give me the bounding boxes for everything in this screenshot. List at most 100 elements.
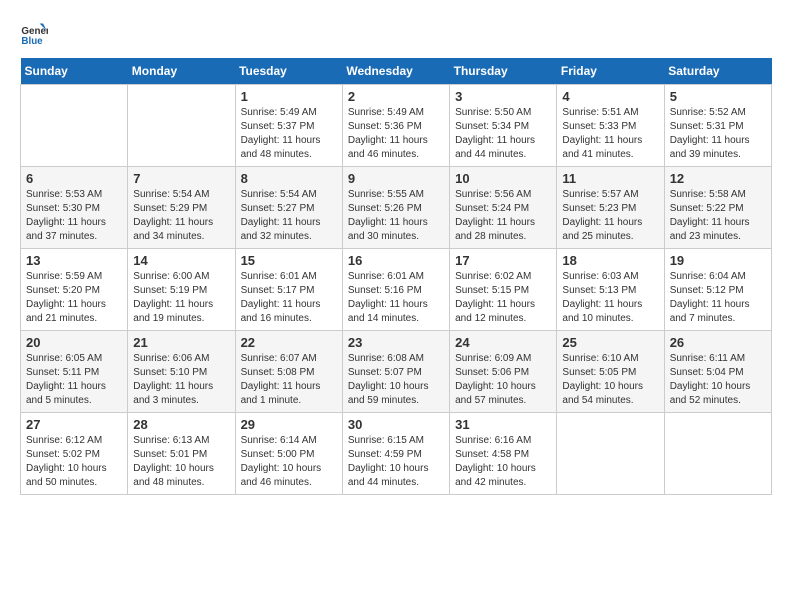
day-number: 24 bbox=[455, 335, 551, 350]
calendar-cell: 27 Sunrise: 6:12 AM Sunset: 5:02 PM Dayl… bbox=[21, 413, 128, 495]
sunset-text: Sunset: 5:06 PM bbox=[455, 367, 529, 378]
day-number: 18 bbox=[562, 253, 658, 268]
calendar-cell: 25 Sunrise: 6:10 AM Sunset: 5:05 PM Dayl… bbox=[557, 331, 664, 413]
sunset-text: Sunset: 5:33 PM bbox=[562, 121, 636, 132]
cell-info: Sunrise: 6:12 AM Sunset: 5:02 PM Dayligh… bbox=[26, 434, 122, 490]
calendar-body: 1 Sunrise: 5:49 AM Sunset: 5:37 PM Dayli… bbox=[21, 85, 772, 495]
day-number: 23 bbox=[348, 335, 444, 350]
calendar-cell: 18 Sunrise: 6:03 AM Sunset: 5:13 PM Dayl… bbox=[557, 249, 664, 331]
daylight-text: Daylight: 10 hours and 42 minutes. bbox=[455, 463, 536, 488]
sunset-text: Sunset: 5:27 PM bbox=[241, 203, 315, 214]
cell-info: Sunrise: 5:59 AM Sunset: 5:20 PM Dayligh… bbox=[26, 270, 122, 326]
daylight-text: Daylight: 11 hours and 7 minutes. bbox=[670, 299, 750, 324]
sunrise-text: Sunrise: 6:00 AM bbox=[133, 271, 209, 282]
sunrise-text: Sunrise: 6:12 AM bbox=[26, 435, 102, 446]
daylight-text: Daylight: 10 hours and 44 minutes. bbox=[348, 463, 429, 488]
sunrise-text: Sunrise: 6:07 AM bbox=[241, 353, 317, 364]
sunset-text: Sunset: 5:24 PM bbox=[455, 203, 529, 214]
sunset-text: Sunset: 5:01 PM bbox=[133, 449, 207, 460]
daylight-text: Daylight: 10 hours and 50 minutes. bbox=[26, 463, 107, 488]
sunrise-text: Sunrise: 6:16 AM bbox=[455, 435, 531, 446]
sunrise-text: Sunrise: 6:15 AM bbox=[348, 435, 424, 446]
cell-info: Sunrise: 6:00 AM Sunset: 5:19 PM Dayligh… bbox=[133, 270, 229, 326]
sunrise-text: Sunrise: 5:50 AM bbox=[455, 107, 531, 118]
day-number: 11 bbox=[562, 171, 658, 186]
daylight-text: Daylight: 11 hours and 48 minutes. bbox=[241, 135, 321, 160]
day-number: 4 bbox=[562, 89, 658, 104]
calendar-row: 20 Sunrise: 6:05 AM Sunset: 5:11 PM Dayl… bbox=[21, 331, 772, 413]
sunset-text: Sunset: 5:34 PM bbox=[455, 121, 529, 132]
calendar-cell: 12 Sunrise: 5:58 AM Sunset: 5:22 PM Dayl… bbox=[664, 167, 771, 249]
daylight-text: Daylight: 11 hours and 3 minutes. bbox=[133, 381, 213, 406]
sunrise-text: Sunrise: 5:49 AM bbox=[241, 107, 317, 118]
calendar-row: 6 Sunrise: 5:53 AM Sunset: 5:30 PM Dayli… bbox=[21, 167, 772, 249]
sunset-text: Sunset: 5:00 PM bbox=[241, 449, 315, 460]
cell-info: Sunrise: 6:03 AM Sunset: 5:13 PM Dayligh… bbox=[562, 270, 658, 326]
cell-info: Sunrise: 5:49 AM Sunset: 5:36 PM Dayligh… bbox=[348, 106, 444, 162]
sunset-text: Sunset: 5:26 PM bbox=[348, 203, 422, 214]
day-number: 30 bbox=[348, 417, 444, 432]
day-number: 28 bbox=[133, 417, 229, 432]
calendar-row: 13 Sunrise: 5:59 AM Sunset: 5:20 PM Dayl… bbox=[21, 249, 772, 331]
day-number: 17 bbox=[455, 253, 551, 268]
daylight-text: Daylight: 11 hours and 44 minutes. bbox=[455, 135, 535, 160]
daylight-text: Daylight: 11 hours and 5 minutes. bbox=[26, 381, 106, 406]
sunrise-text: Sunrise: 6:01 AM bbox=[241, 271, 317, 282]
weekday-header: Sunday bbox=[21, 58, 128, 85]
sunrise-text: Sunrise: 6:05 AM bbox=[26, 353, 102, 364]
calendar-cell: 8 Sunrise: 5:54 AM Sunset: 5:27 PM Dayli… bbox=[235, 167, 342, 249]
calendar-cell: 1 Sunrise: 5:49 AM Sunset: 5:37 PM Dayli… bbox=[235, 85, 342, 167]
day-number: 14 bbox=[133, 253, 229, 268]
sunset-text: Sunset: 5:10 PM bbox=[133, 367, 207, 378]
daylight-text: Daylight: 10 hours and 52 minutes. bbox=[670, 381, 751, 406]
weekday-header: Friday bbox=[557, 58, 664, 85]
sunrise-text: Sunrise: 6:01 AM bbox=[348, 271, 424, 282]
calendar-cell: 31 Sunrise: 6:16 AM Sunset: 4:58 PM Dayl… bbox=[450, 413, 557, 495]
cell-info: Sunrise: 6:16 AM Sunset: 4:58 PM Dayligh… bbox=[455, 434, 551, 490]
day-number: 13 bbox=[26, 253, 122, 268]
calendar-cell: 21 Sunrise: 6:06 AM Sunset: 5:10 PM Dayl… bbox=[128, 331, 235, 413]
svg-text:Blue: Blue bbox=[21, 36, 43, 47]
daylight-text: Daylight: 10 hours and 57 minutes. bbox=[455, 381, 536, 406]
daylight-text: Daylight: 11 hours and 32 minutes. bbox=[241, 217, 321, 242]
calendar-cell: 29 Sunrise: 6:14 AM Sunset: 5:00 PM Dayl… bbox=[235, 413, 342, 495]
sunrise-text: Sunrise: 6:06 AM bbox=[133, 353, 209, 364]
calendar-cell: 7 Sunrise: 5:54 AM Sunset: 5:29 PM Dayli… bbox=[128, 167, 235, 249]
sunset-text: Sunset: 5:07 PM bbox=[348, 367, 422, 378]
sunrise-text: Sunrise: 5:55 AM bbox=[348, 189, 424, 200]
calendar-cell: 26 Sunrise: 6:11 AM Sunset: 5:04 PM Dayl… bbox=[664, 331, 771, 413]
cell-info: Sunrise: 5:49 AM Sunset: 5:37 PM Dayligh… bbox=[241, 106, 337, 162]
day-number: 1 bbox=[241, 89, 337, 104]
day-number: 16 bbox=[348, 253, 444, 268]
daylight-text: Daylight: 11 hours and 23 minutes. bbox=[670, 217, 750, 242]
calendar-cell: 11 Sunrise: 5:57 AM Sunset: 5:23 PM Dayl… bbox=[557, 167, 664, 249]
calendar-cell: 24 Sunrise: 6:09 AM Sunset: 5:06 PM Dayl… bbox=[450, 331, 557, 413]
day-number: 15 bbox=[241, 253, 337, 268]
sunrise-text: Sunrise: 5:54 AM bbox=[241, 189, 317, 200]
page-header: General Blue bbox=[20, 20, 772, 48]
cell-info: Sunrise: 5:58 AM Sunset: 5:22 PM Dayligh… bbox=[670, 188, 766, 244]
calendar-cell bbox=[557, 413, 664, 495]
sunset-text: Sunset: 5:16 PM bbox=[348, 285, 422, 296]
day-number: 7 bbox=[133, 171, 229, 186]
cell-info: Sunrise: 5:54 AM Sunset: 5:27 PM Dayligh… bbox=[241, 188, 337, 244]
calendar-cell: 10 Sunrise: 5:56 AM Sunset: 5:24 PM Dayl… bbox=[450, 167, 557, 249]
day-number: 22 bbox=[241, 335, 337, 350]
sunrise-text: Sunrise: 6:09 AM bbox=[455, 353, 531, 364]
daylight-text: Daylight: 11 hours and 16 minutes. bbox=[241, 299, 321, 324]
sunset-text: Sunset: 5:20 PM bbox=[26, 285, 100, 296]
cell-info: Sunrise: 5:52 AM Sunset: 5:31 PM Dayligh… bbox=[670, 106, 766, 162]
daylight-text: Daylight: 11 hours and 34 minutes. bbox=[133, 217, 213, 242]
cell-info: Sunrise: 5:57 AM Sunset: 5:23 PM Dayligh… bbox=[562, 188, 658, 244]
sunset-text: Sunset: 5:23 PM bbox=[562, 203, 636, 214]
day-number: 21 bbox=[133, 335, 229, 350]
sunset-text: Sunset: 4:59 PM bbox=[348, 449, 422, 460]
daylight-text: Daylight: 11 hours and 41 minutes. bbox=[562, 135, 642, 160]
sunrise-text: Sunrise: 6:14 AM bbox=[241, 435, 317, 446]
day-number: 25 bbox=[562, 335, 658, 350]
sunrise-text: Sunrise: 6:04 AM bbox=[670, 271, 746, 282]
daylight-text: Daylight: 11 hours and 12 minutes. bbox=[455, 299, 535, 324]
calendar-cell: 5 Sunrise: 5:52 AM Sunset: 5:31 PM Dayli… bbox=[664, 85, 771, 167]
sunset-text: Sunset: 5:13 PM bbox=[562, 285, 636, 296]
calendar-cell bbox=[664, 413, 771, 495]
